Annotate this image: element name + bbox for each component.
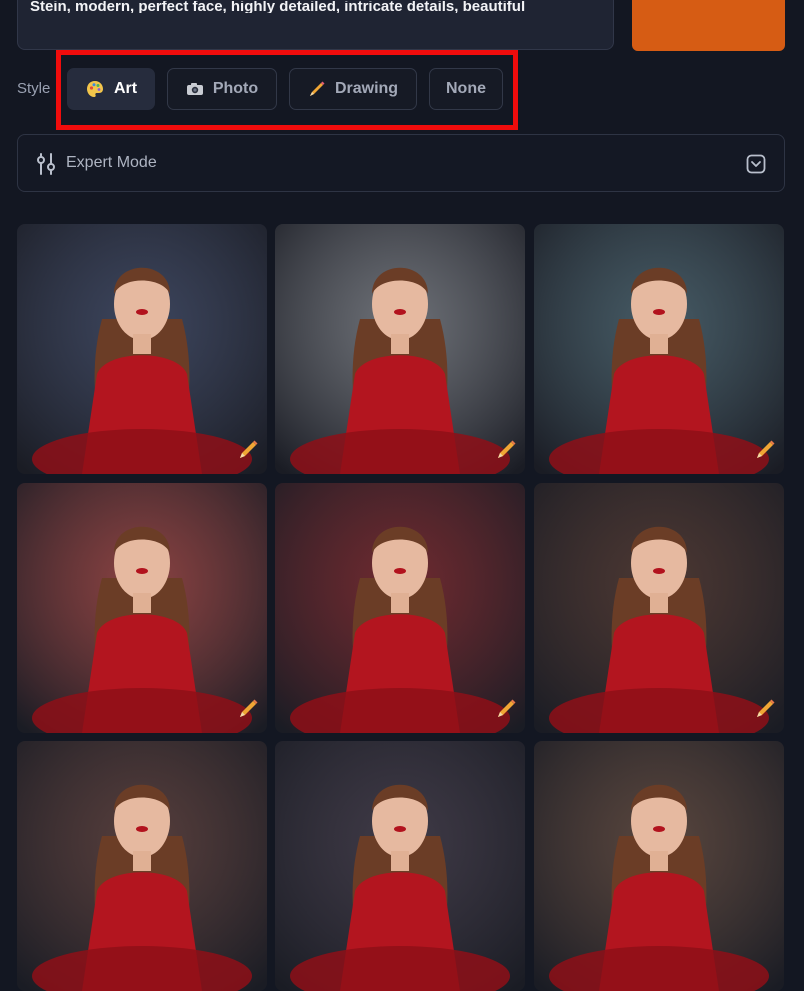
style-drawing-label: Drawing	[334, 80, 399, 97]
portrait-image	[534, 483, 784, 733]
style-label: Style	[17, 80, 51, 97]
portrait-image	[275, 483, 525, 733]
gallery-image[interactable]	[17, 224, 267, 474]
expert-mode-label: Expert Mode	[66, 154, 157, 171]
expert-mode-toggle[interactable]: Expert Mode	[17, 134, 785, 192]
style-photo-label: Photo	[212, 80, 259, 97]
chevron-down-icon[interactable]	[746, 154, 766, 179]
portrait-image	[17, 741, 267, 991]
gallery-image[interactable]	[275, 224, 525, 474]
gallery-image[interactable]	[275, 483, 525, 733]
pencil-icon[interactable]	[495, 439, 517, 466]
pencil-icon[interactable]	[754, 698, 776, 725]
gallery-image[interactable]	[17, 741, 267, 991]
style-none-button[interactable]: None	[429, 68, 503, 110]
portrait-image	[17, 483, 267, 733]
palette-icon	[85, 79, 105, 99]
prompt-textarea[interactable]: Stein, modern, perfect face, highly deta…	[17, 0, 614, 50]
pencil-icon[interactable]	[495, 698, 517, 725]
style-photo-button[interactable]: Photo	[167, 68, 277, 110]
style-none-label: None	[446, 80, 486, 97]
style-art-button[interactable]: Art	[67, 68, 155, 110]
gallery-image[interactable]	[275, 741, 525, 991]
pencil-icon[interactable]	[237, 439, 259, 466]
portrait-image	[17, 224, 267, 474]
prompt-text: Stein, modern, perfect face, highly deta…	[30, 1, 526, 13]
gallery-image[interactable]	[534, 741, 784, 991]
portrait-image	[534, 741, 784, 991]
portrait-image	[534, 224, 784, 474]
style-drawing-button[interactable]: Drawing	[289, 68, 417, 110]
pencil-icon	[308, 80, 326, 98]
sliders-icon	[36, 153, 56, 180]
gallery-image[interactable]	[17, 483, 267, 733]
pencil-icon[interactable]	[237, 698, 259, 725]
style-art-label: Art	[113, 80, 138, 97]
portrait-image	[275, 741, 525, 991]
gallery-image[interactable]	[534, 483, 784, 733]
portrait-image	[275, 224, 525, 474]
camera-icon	[186, 81, 204, 97]
gallery-image[interactable]	[534, 224, 784, 474]
pencil-icon[interactable]	[754, 439, 776, 466]
generate-button[interactable]	[632, 0, 785, 51]
